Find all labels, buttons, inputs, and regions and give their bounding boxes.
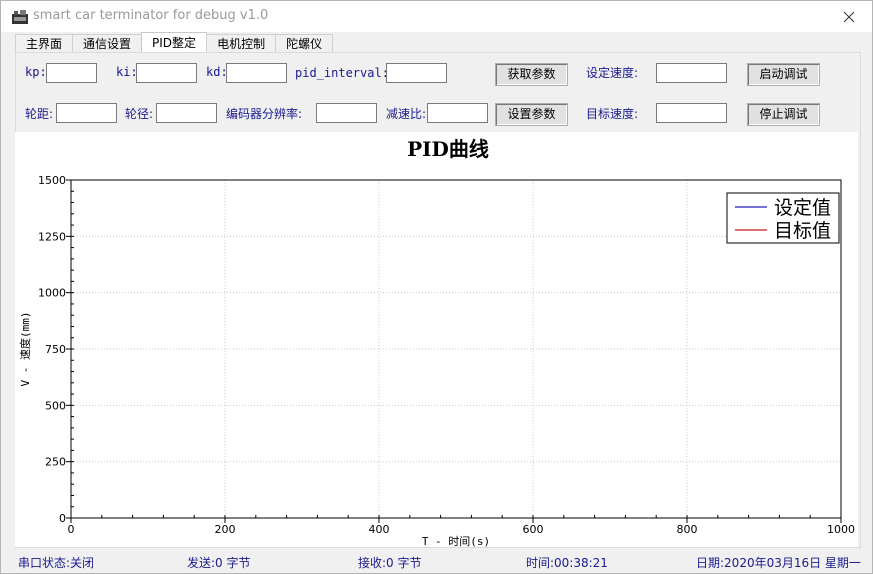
y-tick-label: 750 [45, 343, 66, 356]
ki-label: ki: [116, 65, 138, 79]
app-icon [12, 10, 28, 24]
status-bar: 串口状态:关闭 发送:0 字节 接收:0 字节 时间:00:38:21 日期:2… [1, 552, 872, 572]
x-tick-label: 1000 [827, 523, 855, 536]
tab-main[interactable]: 主界面 [15, 34, 74, 53]
reduction-ratio-input[interactable] [427, 103, 488, 123]
y-axis-label: V - 速度(mm) [18, 312, 32, 387]
y-tick-label: 500 [45, 399, 66, 412]
kd-input[interactable] [226, 63, 287, 83]
close-button[interactable] [826, 1, 872, 32]
wheel-diameter-input[interactable] [156, 103, 217, 123]
tab-motor-control[interactable]: 电机控制 [206, 34, 277, 53]
y-tick-label: 250 [45, 456, 66, 469]
kp-label: kp: [25, 65, 47, 79]
title-bar: smart car terminator for debug v1.0 [1, 1, 872, 32]
encoder-resolution-input[interactable] [316, 103, 377, 123]
kp-input[interactable] [46, 63, 97, 83]
x-tick-label: 400 [369, 523, 390, 536]
x-tick-label: 600 [523, 523, 544, 536]
set-params-button[interactable]: 设置参数 [495, 103, 568, 126]
stop-debug-button[interactable]: 停止调试 [747, 103, 820, 126]
set-speed-label: 设定速度: [586, 66, 639, 80]
x-tick-label: 200 [215, 523, 236, 536]
wheelbase-label: 轮距: [25, 107, 54, 121]
pid-interval-input[interactable] [386, 63, 447, 83]
tab-comm-settings[interactable]: 通信设置 [72, 34, 143, 53]
current-date: 日期:2020年03月16日 星期一 [696, 556, 861, 570]
legend-label: 目标值 [774, 220, 831, 242]
wheelbase-input[interactable] [56, 103, 117, 123]
reduction-ratio-label: 减速比: [386, 107, 427, 121]
kd-label: kd: [206, 65, 228, 79]
tab-bar: 主界面 通信设置 PID整定 电机控制 陀螺仪 [15, 32, 334, 53]
target-speed-input[interactable] [656, 103, 727, 123]
ki-input[interactable] [136, 63, 197, 83]
x-axis-label: T - 时间(s) [422, 535, 490, 547]
pid-interval-label: pid_interval: [295, 66, 389, 80]
sent-bytes: 发送:0 字节 [187, 556, 251, 570]
tab-pid-tuning[interactable]: PID整定 [141, 32, 208, 53]
pid-chart-area: PID曲线 0 200 400 600 800 1000 0 250 500 750 1000 1250… [15, 132, 858, 548]
pid-chart: PID曲线 0 200 400 600 800 1000 0 250 500 750 1000 1250… [18, 137, 855, 548]
y-tick-label: 1500 [38, 174, 66, 187]
y-tick-label: 1250 [38, 230, 66, 243]
chart-title: PID曲线 [407, 137, 489, 161]
x-tick-label: 800 [677, 523, 698, 536]
y-tick-label: 1000 [38, 287, 66, 300]
wheel-diameter-label: 轮径: [125, 107, 154, 121]
serial-status: 串口状态:关闭 [18, 556, 95, 570]
set-speed-input[interactable] [656, 63, 727, 83]
get-params-button[interactable]: 获取参数 [495, 63, 568, 86]
window-title: smart car terminator for debug v1.0 [33, 8, 269, 23]
app-window: smart car terminator for debug v1.0 主界面 … [0, 0, 873, 574]
start-debug-button[interactable]: 启动调试 [747, 63, 820, 86]
x-tick-label: 0 [68, 523, 75, 536]
clock-time: 时间:00:38:21 [526, 556, 608, 570]
received-bytes: 接收:0 字节 [358, 556, 422, 570]
y-tick-label: 0 [59, 512, 66, 525]
encoder-resolution-label: 编码器分辨率: [226, 107, 303, 121]
close-icon [843, 11, 855, 22]
tab-gyroscope[interactable]: 陀螺仪 [275, 34, 334, 53]
legend-label: 设定值 [774, 197, 831, 219]
target-speed-label: 目标速度: [586, 107, 639, 121]
